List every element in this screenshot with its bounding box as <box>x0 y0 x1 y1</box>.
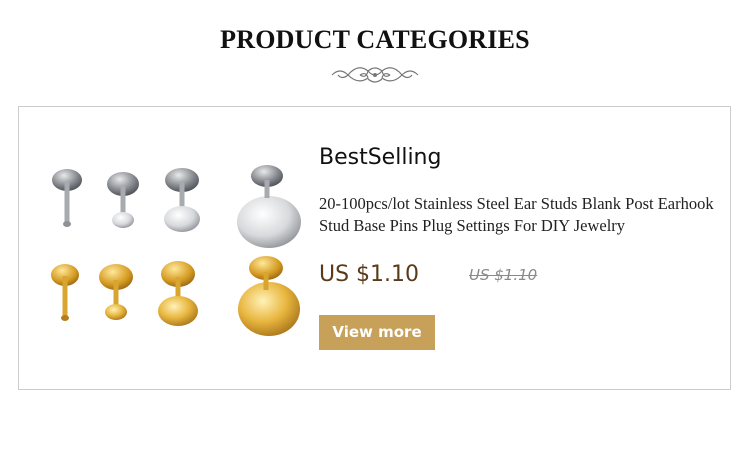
original-price: US $1.10 <box>469 266 538 284</box>
gold-stud-small <box>51 264 79 321</box>
product-title[interactable]: 20-100pcs/lot Stainless Steel Ear Studs … <box>319 193 724 237</box>
view-more-button[interactable]: View more <box>319 315 435 350</box>
current-price: US $1.10 <box>319 262 420 287</box>
silver-stud-pad-small <box>107 172 139 228</box>
bestselling-label: BestSelling <box>319 145 442 170</box>
gold-stud-pad-small <box>99 264 133 320</box>
price-row: US $1.10 US $1.10 <box>319 257 639 293</box>
product-card: BestSelling 20-100pcs/lot Stainless Stee… <box>18 106 731 390</box>
silver-stud-pad-large <box>237 165 301 248</box>
silver-stud-pad-medium <box>164 168 200 232</box>
silver-stud-small <box>52 169 82 227</box>
page-title: PRODUCT CATEGORIES <box>220 25 530 54</box>
gold-stud-pad-medium <box>158 261 198 326</box>
ornamental-divider-icon <box>150 67 600 83</box>
ear-stud-blank-posts-image[interactable] <box>37 162 307 342</box>
gold-stud-pad-large <box>238 256 300 336</box>
